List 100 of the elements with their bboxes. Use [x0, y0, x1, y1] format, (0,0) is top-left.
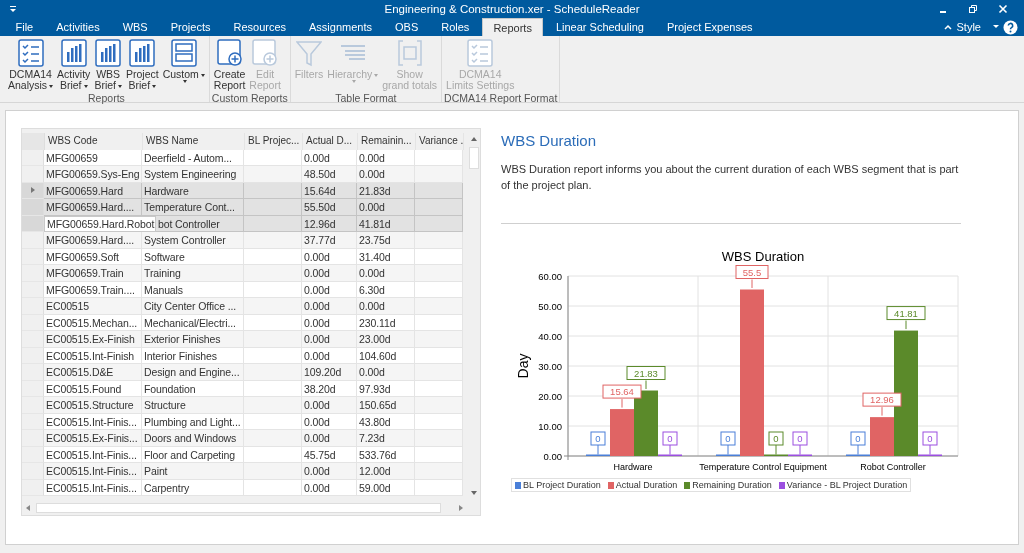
leader-line: [775, 444, 777, 455]
table-cell: 37.77d: [302, 232, 357, 249]
table-cell: [415, 331, 463, 348]
category-label: Hardware: [613, 462, 653, 472]
style-menu[interactable]: Style: [954, 21, 989, 33]
checklist-icon: [467, 39, 494, 67]
new-report-icon: [216, 39, 243, 67]
table-cell: [415, 199, 463, 216]
group-label: Reports: [87, 92, 126, 106]
collapse-icon[interactable]: [943, 23, 952, 31]
caret-icon[interactable]: [992, 23, 1000, 31]
leader-line: [645, 380, 647, 390]
leader-line: [881, 406, 883, 417]
filter-icon: [296, 39, 322, 67]
ribbon-tab[interactable]: Resources: [222, 18, 297, 36]
restore-icon[interactable]: [968, 4, 978, 14]
ribbon-button[interactable]: WBS Brief: [92, 38, 124, 92]
ribbon-tab[interactable]: File: [5, 18, 44, 36]
column-header[interactable]: WBS Name: [143, 133, 245, 150]
table-cell: Structure: [142, 397, 244, 414]
data-label: 12.96: [862, 392, 902, 407]
table-cell: [415, 364, 463, 381]
category-label: Robot Controller: [860, 462, 926, 472]
table-cell: EC00515.Ex-Finish: [44, 331, 142, 348]
data-label: 21.83: [626, 366, 666, 380]
table-cell: [244, 463, 302, 480]
table-cell: 0.00d: [302, 331, 357, 348]
table-cell: 0.00d: [357, 298, 415, 315]
column-header[interactable]: BL Projec...: [245, 133, 303, 150]
ribbon-tab[interactable]: Assignments: [298, 18, 383, 36]
ribbon-button[interactable]: Create Report: [211, 38, 248, 92]
ribbon-button[interactable]: Activity Brief: [55, 38, 93, 92]
ribbon-tab[interactable]: Activities: [45, 18, 111, 36]
close-icon[interactable]: [998, 4, 1008, 14]
leader-line: [597, 444, 599, 455]
tick-label: 20.00: [538, 390, 562, 402]
data-label: 55.5: [735, 265, 769, 279]
legend-label: Variance - BL Project Duration: [786, 480, 908, 490]
tick-label: 30.00: [538, 360, 562, 372]
column-header[interactable]: WBS Code: [45, 133, 143, 150]
select-all-corner[interactable]: [22, 133, 45, 150]
help-icon[interactable]: [1003, 19, 1018, 35]
table-cell: [244, 430, 302, 447]
square-icon: [396, 39, 423, 67]
table-cell: Paint: [142, 463, 244, 480]
table-cell: 12.00d: [357, 463, 415, 480]
table-cell: City Center Office ...: [142, 298, 244, 315]
layout-icon: [170, 39, 197, 67]
table-cell: MFG00659.Hard....: [44, 232, 142, 249]
table-cell: [244, 331, 302, 348]
leader-line: [929, 444, 931, 455]
table-cell: 150.65d: [357, 397, 415, 414]
data-label: 0: [850, 431, 866, 446]
ribbon-tab[interactable]: Linear Scheduling: [545, 18, 655, 36]
column-header[interactable]: Variance .: [416, 133, 464, 150]
checklist-icon: [17, 39, 44, 67]
data-label: 0: [720, 431, 736, 446]
window-title: Engineering & Construction.xer - ScheduleReader: [384, 3, 640, 15]
ribbon-tab[interactable]: OBS: [384, 18, 429, 36]
column-header[interactable]: Actual D...: [303, 133, 358, 150]
table-cell: 48.50d: [302, 166, 357, 183]
table-cell: 23.75d: [357, 232, 415, 249]
table-cell: EC00515.Ex-Finis...: [44, 430, 142, 447]
table-cell: EC00515.Int-Finis...: [44, 463, 142, 480]
table-cell: [415, 265, 463, 282]
ribbon-button[interactable]: Project Brief: [123, 38, 161, 92]
table-cell: [244, 166, 302, 183]
tick-label: 40.00: [538, 330, 562, 342]
table-cell: [415, 232, 463, 249]
legend-label: Remaining Duration: [692, 480, 772, 490]
table-cell: [244, 232, 302, 249]
table-cell: [244, 397, 302, 414]
group-label: DCMA14 Report Format: [444, 92, 558, 106]
leader-line: [857, 444, 859, 455]
group-label: Custom Reports: [211, 92, 288, 106]
table-cell: 7.23d: [357, 430, 415, 447]
table-cell: 0.00d: [302, 430, 357, 447]
quick-access-icon[interactable]: [9, 5, 17, 13]
ribbon-button[interactable]: Custom: [160, 38, 207, 92]
table-cell: 109.20d: [302, 364, 357, 381]
legend-label: BL Project Duration: [523, 480, 601, 490]
table-cell: MFG00659.Sys-Eng: [44, 166, 142, 183]
ribbon-button[interactable]: DCMA14 Analysis: [6, 38, 56, 92]
group-label: Table Format: [334, 92, 398, 106]
ribbon-tab[interactable]: Roles: [430, 18, 480, 36]
column-header[interactable]: Remainin...: [358, 133, 416, 150]
table-cell: Training: [142, 265, 244, 282]
table-cell: System Engineering: [142, 166, 244, 183]
ribbon-tab[interactable]: Projects: [160, 18, 221, 36]
table-cell: Temperature Cont...: [142, 199, 244, 216]
table-cell: EC00515.D&E: [44, 364, 142, 381]
leader-line: [905, 320, 907, 330]
table-cell: 0.00d: [357, 199, 415, 216]
ribbon-tab[interactable]: Project Expenses: [656, 18, 764, 36]
table-cell: 0.00d: [357, 166, 415, 183]
data-label: 0: [768, 431, 784, 446]
leader-line: [727, 444, 729, 455]
table-cell: 0.00d: [357, 364, 415, 381]
ribbon-tab[interactable]: WBS: [112, 18, 159, 36]
ribbon-tab[interactable]: Reports: [481, 18, 544, 36]
